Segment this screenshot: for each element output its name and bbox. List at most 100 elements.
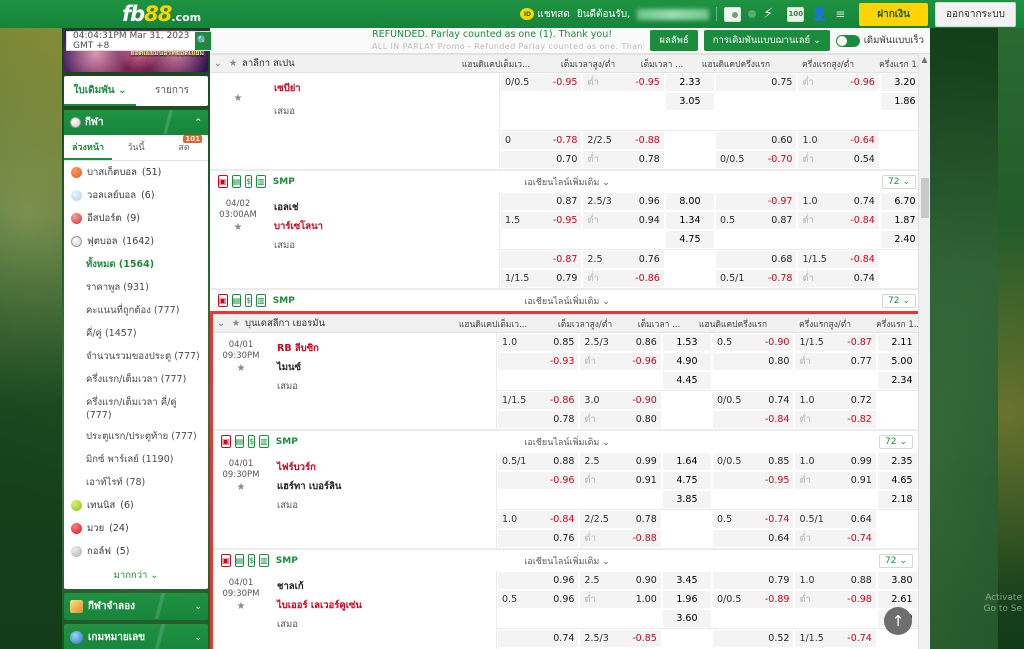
scroll-up-arrow[interactable]: ▲ <box>919 54 930 66</box>
sidebar-subitem-ht-ft-oe[interactable]: ครึ่งแรก/เต็มเวลา คี่/คู่ (777) <box>64 391 208 425</box>
user-icon[interactable]: 👤 <box>811 7 828 22</box>
odds-cell[interactable]: ต่ำ0.91 <box>580 472 660 489</box>
odds-cell[interactable]: 1/1.5-0.87 <box>795 334 875 351</box>
sidebar-item-tennis[interactable]: เทนนิส (6) <box>64 494 208 517</box>
odds-cell[interactable]: 0/0.50.74 <box>713 392 793 409</box>
chevron-down-icon[interactable]: ⌄ <box>194 602 202 612</box>
odds-cell[interactable]: 2.5/30.86 <box>580 334 660 351</box>
board-scrollbar[interactable]: ▲ <box>918 54 930 649</box>
odds-cell[interactable]: ต่ำ-0.96 <box>798 74 878 91</box>
odds-cell[interactable]: ต่ำ-0.86 <box>583 270 663 287</box>
odds-cell[interactable]: 0-0.78 <box>501 132 581 149</box>
odds-cell[interactable]: 0.5-0.74 <box>713 511 793 528</box>
draw-label[interactable]: เสมอ <box>277 615 496 634</box>
chart-icon[interactable]: ▥ <box>256 294 266 307</box>
odds-cell[interactable]: 1.00.74 <box>798 193 878 210</box>
odds-cell[interactable]: -0.96 <box>498 472 578 489</box>
money-icon[interactable]: 100 <box>787 7 804 22</box>
tab-mybets[interactable]: รายการ <box>136 76 208 106</box>
sports-card-header[interactable]: กีฬา ⌃ <box>64 110 208 135</box>
search-icon[interactable]: 🔍 <box>195 32 211 50</box>
tv-icon[interactable]: ▣ <box>218 175 228 188</box>
odds-cell[interactable]: 1/1.5-0.74 <box>795 630 875 647</box>
market-count-dropdown[interactable]: 72 ⌄ <box>879 435 913 449</box>
odds-cell[interactable]: 2/2.50.78 <box>580 511 660 528</box>
home-team[interactable]: RB ลีบซิก <box>277 339 496 358</box>
sidebar-item-basketball[interactable]: บาสเก็ตบอล (51) <box>64 161 208 184</box>
sidebar-item-football[interactable]: ฟุตบอล (1642) <box>64 230 208 253</box>
odds-cell-1x2[interactable]: 3.05 <box>666 93 714 110</box>
odds-cell[interactable]: 0/0.5-0.95 <box>501 74 581 91</box>
odds-cell[interactable]: 0.80 <box>713 353 793 370</box>
market-count-dropdown[interactable]: 72 ⌄ <box>882 294 916 308</box>
odds-cell[interactable]: ต่ำ-0.74 <box>795 530 875 547</box>
odds-cell[interactable]: 0.74 <box>498 630 578 647</box>
away-team[interactable]: ไมนซ์ <box>277 358 496 377</box>
odds-cell-1x2[interactable]: 2.33 <box>666 74 714 91</box>
home-team[interactable]: ไฟร์บวร์ก <box>277 458 496 477</box>
odds-cell-1x2[interactable]: 4.75 <box>666 231 714 248</box>
cashout-icon[interactable]: $ <box>248 435 255 448</box>
odds-cell[interactable]: ต่ำ0.77 <box>795 353 875 370</box>
stats-board-icon[interactable]: ▤ <box>232 175 242 188</box>
sidebar-subitem-outright[interactable]: เอาท์ไรท์ (78) <box>64 471 208 494</box>
odds-cell-1x2[interactable]: 1.34 <box>666 212 714 229</box>
favorite-star-icon[interactable]: ★ <box>213 363 269 376</box>
odds-cell[interactable]: 2.5/3-0.85 <box>580 630 660 647</box>
chevron-down-icon[interactable]: ⌄ <box>194 633 202 643</box>
odds-cell[interactable]: 0.96 <box>498 572 578 589</box>
odds-cell[interactable]: ต่ำ-0.82 <box>795 411 875 428</box>
odds-cell-1x2[interactable]: 1.53 <box>663 334 711 351</box>
odds-cell[interactable]: 0.50.87 <box>716 212 796 229</box>
odds-cell[interactable]: ต่ำ-0.98 <box>795 591 875 608</box>
league-header[interactable]: ⌄★ลาลีกา สเปนแฮนดิแคปเต็มเว...เต็มเวลาสู… <box>210 54 930 73</box>
odds-cell[interactable]: ต่ำ0.91 <box>795 472 875 489</box>
odds-cell[interactable]: ต่ำ0.94 <box>583 212 663 229</box>
odds-cell-1x2[interactable]: 4.45 <box>663 372 711 389</box>
odds-cell[interactable]: 1.0-0.64 <box>798 132 878 149</box>
draw-label[interactable]: เสมอ <box>274 102 499 121</box>
odds-cell-1x2[interactable]: 3.85 <box>663 491 711 508</box>
odds-cell[interactable]: 3.0-0.90 <box>580 392 660 409</box>
odds-cell[interactable]: 0.60 <box>716 132 796 149</box>
stats-board-icon[interactable]: ▤ <box>235 554 245 567</box>
league-header[interactable]: ⌄★บุนเดสลีกา เยอรมันแฮนดิแคปเต็มเว...เต็… <box>213 314 927 333</box>
chart-icon[interactable]: ▥ <box>256 175 266 188</box>
odds-cell[interactable]: 0.79 <box>713 572 793 589</box>
away-team[interactable]: บาร์เซโลนา <box>274 217 499 236</box>
home-team[interactable]: เซบีย่า <box>274 79 499 98</box>
odds-cell[interactable]: -0.95 <box>713 472 793 489</box>
odds-cell[interactable]: 0.87 <box>501 193 581 210</box>
odds-cell[interactable]: 2.5/30.96 <box>583 193 663 210</box>
odds-cell[interactable]: 1/1.50.79 <box>501 270 581 287</box>
sidebar-item-virtual-sports[interactable]: กีฬาจำลอง ⌄ <box>64 593 208 620</box>
chevron-down-icon[interactable]: ⌄ <box>213 318 229 329</box>
market-count-dropdown[interactable]: 72 ⌄ <box>879 554 913 568</box>
odds-cell[interactable]: -0.84 <box>713 411 793 428</box>
odds-cell[interactable]: 0.75 <box>716 74 796 91</box>
bet-type-dropdown[interactable]: การเดิมพันแบบฌานเลย์ ⌄ <box>704 30 830 51</box>
odds-cell[interactable]: ต่ำ0.80 <box>580 411 660 428</box>
sidebar-subitem-all[interactable]: ทั้งหมด (1564) <box>64 253 208 276</box>
toggle-switch[interactable] <box>836 35 860 47</box>
favorite-star-icon[interactable]: ★ <box>213 601 269 614</box>
results-button[interactable]: ผลลัพธ์ <box>650 30 697 51</box>
odds-cell-1x2[interactable]: 8.00 <box>666 193 714 210</box>
wallet-icon[interactable] <box>724 7 741 22</box>
cashout-icon[interactable]: $ <box>245 175 252 188</box>
favorite-star-icon[interactable]: ★ <box>210 222 266 235</box>
favorite-star-icon[interactable]: ★ <box>213 482 269 495</box>
odds-cell[interactable]: 0.5/10.64 <box>795 511 875 528</box>
chevron-down-icon[interactable]: ⌄ <box>210 58 226 69</box>
odds-cell-1x2[interactable]: 1.64 <box>663 453 711 470</box>
tv-icon[interactable]: ▣ <box>221 435 231 448</box>
odds-cell[interactable]: -0.93 <box>498 353 578 370</box>
odds-cell[interactable]: 1.00.88 <box>795 572 875 589</box>
sidebar-subitem-first-last-goal[interactable]: ประตูแรก/ประตูท้าย (777) <box>64 425 208 448</box>
odds-cell-1x2[interactable]: 4.90 <box>663 353 711 370</box>
home-team[interactable]: เอลเช่ <box>274 198 499 217</box>
more-asian-lines-link[interactable]: เอเชียนไลน์เพิ่มเติม ⌄ <box>524 557 609 567</box>
cashout-icon[interactable]: $ <box>248 554 255 567</box>
sidebar-item-esports[interactable]: อีสปอร์ต (9) <box>64 207 208 230</box>
odds-cell[interactable]: -0.87 <box>501 251 581 268</box>
